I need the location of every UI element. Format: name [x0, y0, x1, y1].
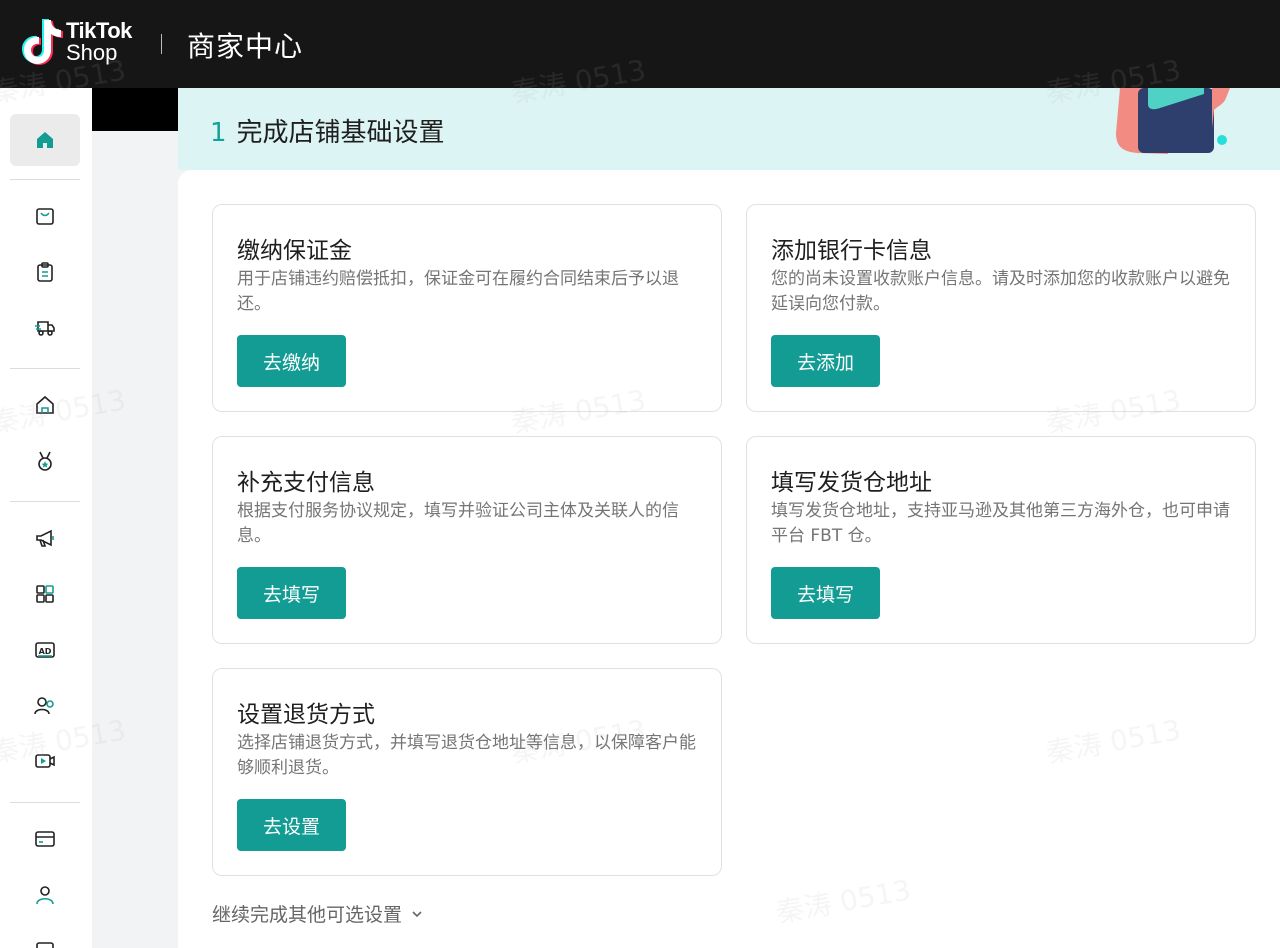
step-number: 1: [210, 118, 227, 148]
optional-settings-toggle[interactable]: 继续完成其他可选设置: [212, 900, 424, 927]
add-bank-card-button[interactable]: 去添加: [771, 335, 881, 387]
deposit-card: 缴纳保证金 用于店铺违约赔偿抵扣，保证金可在履约合同结束后予以退还。 去缴纳: [212, 204, 722, 412]
home-icon: [37, 132, 53, 148]
sidebar-item-orders[interactable]: [10, 246, 80, 298]
header-divider: [161, 34, 162, 54]
card-title: 添加银行卡信息: [771, 238, 932, 264]
brand-wordmark: TikTok Shop: [66, 20, 132, 64]
card-title: 填写发货仓地址: [771, 470, 932, 496]
sidebar-item-creators[interactable]: [10, 680, 80, 732]
brand-line-1: TikTok: [66, 18, 132, 43]
sidebar: AD: [0, 88, 92, 948]
sidebar-item-more[interactable]: [10, 924, 80, 948]
tiktok-logo-icon[interactable]: [20, 18, 64, 68]
app-title: 商家中心: [187, 30, 304, 63]
sidebar-separator: [10, 179, 80, 180]
delivery-truck-icon: [35, 321, 55, 336]
card-description: 填写发货仓地址，支持亚马逊及其他第三方海外仓，也可申请平台 FBT 仓。: [771, 501, 1230, 546]
sidebar-separator: [10, 501, 80, 502]
clipboard-icon: [37, 262, 53, 282]
pay-deposit-button[interactable]: 去缴纳: [237, 335, 347, 387]
card-description: 选择店铺退货方式，并填写退货仓地址等信息，以保障客户能够顺利退货。: [237, 733, 696, 778]
medal-icon: [38, 451, 52, 471]
setup-step-title: 1 完成店铺基础设置: [210, 112, 445, 149]
card-description: 用于店铺违约赔偿抵扣，保证金可在履约合同结束后予以退还。: [237, 269, 679, 314]
sidebar-separator: [10, 802, 80, 803]
setup-banner: 1 完成店铺基础设置: [178, 88, 1280, 170]
person-icon: [36, 886, 54, 905]
bank-card-card: 添加银行卡信息 您的尚未设置收款账户信息。请及时添加您的收款账户以避免延误向您付…: [746, 204, 1256, 412]
store-icon: [36, 395, 54, 414]
brand-line-2: Shop: [66, 40, 118, 65]
card-description: 您的尚未设置收款账户信息。请及时添加您的收款账户以避免延误向您付款。: [771, 269, 1230, 314]
video-icon: [35, 754, 55, 768]
sidebar-item-ads[interactable]: AD: [10, 624, 80, 676]
set-return-method-button[interactable]: 去设置: [237, 799, 347, 851]
warehouse-address-card: 填写发货仓地址 填写发货仓地址，支持亚马逊及其他第三方海外仓，也可申请平台 FB…: [746, 436, 1256, 644]
shopping-bag-icon: [36, 208, 54, 225]
sidebar-item-account[interactable]: [10, 869, 80, 921]
chevron-down-icon: [412, 910, 422, 917]
sidebar-item-marketing[interactable]: [10, 512, 80, 564]
card-title: 补充支付信息: [237, 470, 375, 496]
ad-icon: AD: [35, 642, 55, 658]
fill-payment-info-button[interactable]: 去填写: [237, 567, 347, 619]
card-description: 根据支付服务协议规定，填写并验证公司主体及关联人的信息。: [237, 501, 679, 546]
sidebar-item-rewards[interactable]: [10, 435, 80, 487]
phone-illustration-icon: [1116, 88, 1230, 154]
calendar-icon: [36, 942, 54, 948]
sidebar-item-apps[interactable]: [10, 568, 80, 620]
optional-settings-label: 继续完成其他可选设置: [212, 904, 403, 926]
apps-grid-icon: [36, 585, 54, 603]
return-method-card: 设置退货方式 选择店铺退货方式，并填写退货仓地址等信息，以保障客户能够顺利退货。…: [212, 668, 722, 876]
megaphone-icon: [36, 529, 54, 547]
card-title: 设置退货方式: [237, 702, 375, 728]
sidebar-separator: [10, 368, 80, 369]
payment-info-card: 补充支付信息 根据支付服务协议规定，填写并验证公司主体及关联人的信息。 去填写: [212, 436, 722, 644]
card-title: 缴纳保证金: [237, 238, 352, 264]
content-gutter: [92, 88, 178, 948]
sidebar-item-finance[interactable]: [10, 813, 80, 865]
sidebar-item-home[interactable]: [10, 114, 80, 166]
dark-overlay-block: [92, 88, 178, 131]
wallet-icon: [35, 831, 55, 847]
step-title-text: 完成店铺基础设置: [236, 118, 445, 148]
top-bar: TikTok Shop 商家中心: [0, 0, 1280, 88]
fill-warehouse-address-button[interactable]: 去填写: [771, 567, 881, 619]
sidebar-item-live[interactable]: [10, 735, 80, 787]
users-icon: [34, 697, 54, 715]
sidebar-item-products[interactable]: [10, 190, 80, 242]
svg-text:AD: AD: [39, 647, 52, 656]
sidebar-item-store[interactable]: [10, 379, 80, 431]
sidebar-item-logistics[interactable]: [10, 301, 80, 353]
